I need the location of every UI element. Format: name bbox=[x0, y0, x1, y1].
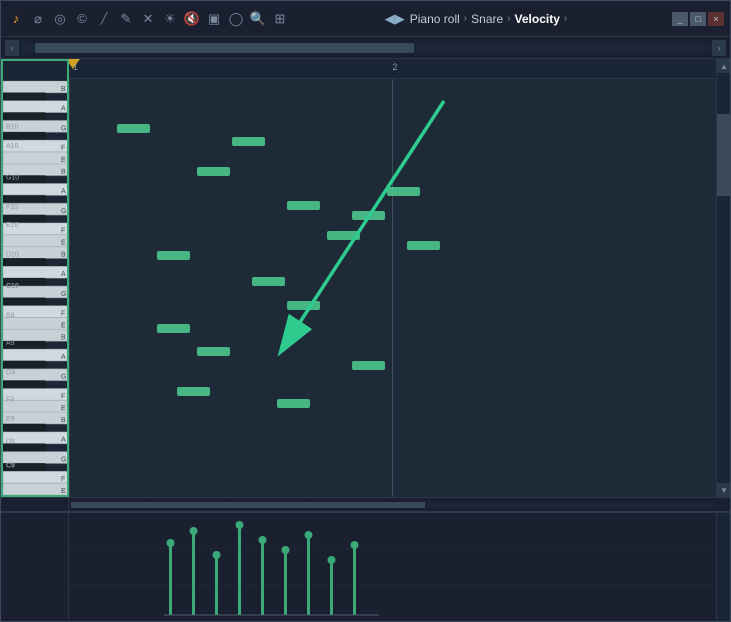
scroll-right-button[interactable]: › bbox=[712, 40, 726, 56]
piano-keyboard: B A G bbox=[1, 59, 69, 497]
svg-text:B10: B10 bbox=[6, 123, 19, 130]
tool-icon-6[interactable]: ✕ bbox=[139, 10, 157, 28]
svg-text:G10: G10 bbox=[6, 175, 19, 182]
tool-icon-3[interactable]: © bbox=[73, 10, 91, 28]
speaker-icon[interactable]: ◀▶ bbox=[386, 10, 404, 28]
breadcrumb-item-velocity[interactable]: Velocity bbox=[515, 12, 560, 26]
svg-text:D10: D10 bbox=[6, 251, 19, 258]
piano-roll-area: B A G bbox=[1, 59, 730, 497]
scroll-left-button[interactable]: ‹ bbox=[5, 40, 19, 56]
svg-text:E9: E9 bbox=[6, 416, 15, 423]
svg-text:B9: B9 bbox=[6, 313, 15, 320]
piano-roll-icon[interactable]: ♪ bbox=[7, 10, 25, 28]
velocity-section bbox=[1, 511, 730, 621]
window-controls: _ □ × bbox=[672, 12, 724, 26]
tool-icon-7[interactable]: ☀ bbox=[161, 10, 179, 28]
velocity-label-area bbox=[1, 513, 69, 621]
tool-icon-5[interactable]: ✎ bbox=[117, 10, 135, 28]
tool-icon-11[interactable]: 🔍 bbox=[249, 10, 267, 28]
ruler-mark-1: 1 bbox=[73, 62, 78, 72]
svg-text:E10: E10 bbox=[6, 222, 19, 229]
svg-text:C10: C10 bbox=[6, 283, 19, 290]
svg-text:C9: C9 bbox=[6, 462, 15, 469]
piano-keys-svg: B A G bbox=[3, 81, 67, 495]
note-grid[interactable] bbox=[69, 79, 716, 497]
ruler-mark-2: 2 bbox=[393, 62, 398, 72]
tool-icon-10[interactable]: ◯ bbox=[227, 10, 245, 28]
breadcrumb-item-pianoroll[interactable]: Piano roll bbox=[410, 12, 460, 26]
scroll-down-button[interactable]: ▼ bbox=[717, 483, 730, 497]
tool-icon-12[interactable]: ⊞ bbox=[271, 10, 289, 28]
velocity-scrollbar bbox=[716, 513, 730, 621]
breadcrumb-item-snare[interactable]: Snare bbox=[471, 12, 503, 26]
horizontal-scrollbar-2[interactable] bbox=[71, 502, 714, 508]
tool-icon-8[interactable]: 🔇 bbox=[183, 10, 201, 28]
svg-text:D9: D9 bbox=[6, 439, 15, 446]
tool-icon-1[interactable]: ⌀ bbox=[29, 10, 47, 28]
title-bar: ♪ ⌀ ◎ © ╱ ✎ ✕ ☀ 🔇 ▣ ◯ 🔍 ⊞ ◀▶ Piano roll … bbox=[1, 1, 730, 37]
tool-icon-2[interactable]: ◎ bbox=[51, 10, 69, 28]
vertical-scrollbar[interactable]: ▲ ▼ bbox=[716, 59, 730, 497]
svg-text:A9: A9 bbox=[6, 340, 15, 347]
breadcrumb: Piano roll › Snare › Velocity › bbox=[410, 12, 567, 26]
scroll-up-button[interactable]: ▲ bbox=[717, 59, 730, 73]
tool-icon-9[interactable]: ▣ bbox=[205, 10, 223, 28]
velocity-svg bbox=[69, 513, 716, 621]
minimize-button[interactable]: _ bbox=[672, 12, 688, 26]
note-grid-svg bbox=[69, 79, 716, 497]
main-window: ♪ ⌀ ◎ © ╱ ✎ ✕ ☀ 🔇 ▣ ◯ 🔍 ⊞ ◀▶ Piano roll … bbox=[0, 0, 731, 622]
close-button[interactable]: × bbox=[708, 12, 724, 26]
tool-icon-4[interactable]: ╱ bbox=[95, 10, 113, 28]
maximize-button[interactable]: □ bbox=[690, 12, 706, 26]
scrollbar-track[interactable] bbox=[717, 73, 730, 483]
velocity-grid bbox=[69, 513, 716, 621]
horizontal-scrollbar[interactable] bbox=[21, 43, 710, 53]
svg-text:F9: F9 bbox=[6, 396, 14, 403]
breadcrumb-sep-2: › bbox=[507, 13, 510, 24]
svg-text:A10: A10 bbox=[6, 143, 19, 150]
svg-text:F10: F10 bbox=[6, 204, 18, 211]
breadcrumb-sep-1: › bbox=[464, 13, 467, 24]
title-bar-center: ◀▶ Piano roll › Snare › Velocity › bbox=[289, 10, 664, 28]
toolbar-icons: ♪ ⌀ ◎ © ╱ ✎ ✕ ☀ 🔇 ▣ ◯ 🔍 ⊞ bbox=[7, 10, 289, 28]
svg-text:G9: G9 bbox=[6, 370, 15, 377]
breadcrumb-sep-3: › bbox=[564, 13, 567, 24]
scrollbar-thumb[interactable] bbox=[717, 114, 730, 196]
ruler: 1 2 bbox=[69, 59, 716, 79]
